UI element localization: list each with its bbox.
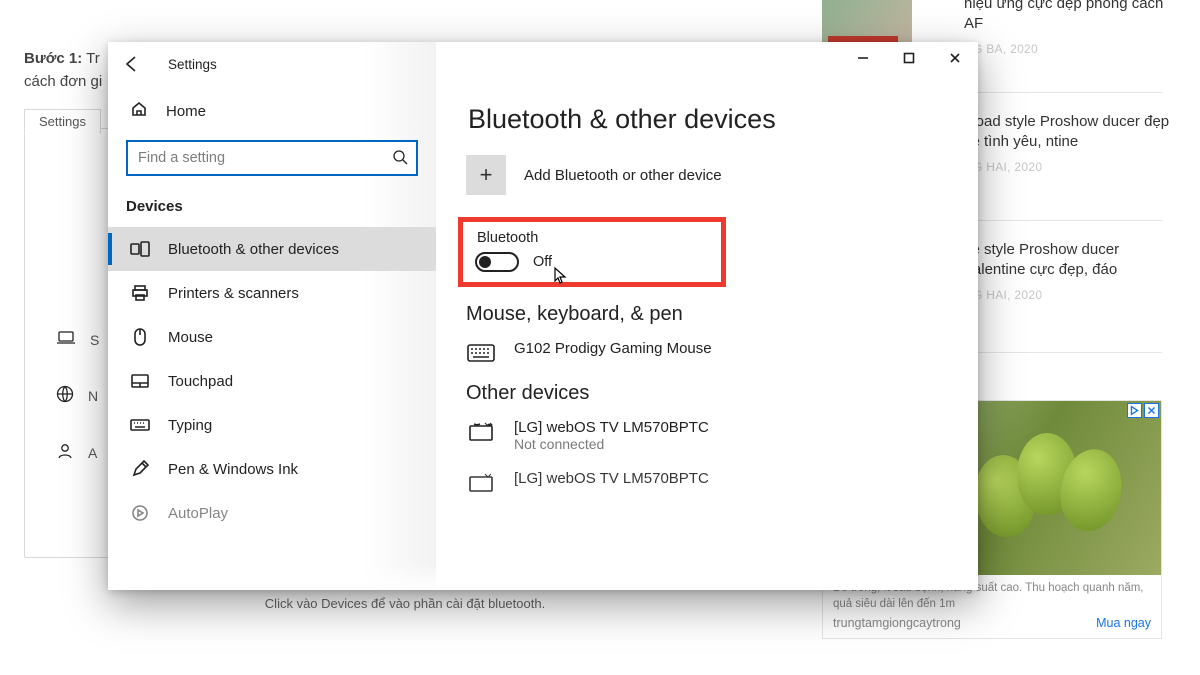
nav-printers[interactable]: Printers & scanners <box>108 271 436 315</box>
ad-cta[interactable]: Mua ngay <box>1096 616 1151 630</box>
back-button[interactable] <box>118 50 146 78</box>
bluetooth-label: Bluetooth <box>477 230 707 246</box>
ad-site: trungtamgiongcaytrong <box>833 616 961 630</box>
add-device-button[interactable]: + Add Bluetooth or other device <box>466 155 960 195</box>
printer-icon <box>130 283 150 303</box>
keyboard-device-icon <box>466 342 496 364</box>
home-button[interactable]: Home <box>108 86 436 134</box>
bluetooth-state: Off <box>533 254 552 270</box>
settings-main: Bluetooth & other devices + Add Bluetoot… <box>436 42 978 590</box>
bluetooth-toggle[interactable] <box>475 252 519 272</box>
nav-bluetooth[interactable]: Bluetooth & other devices <box>108 227 436 271</box>
laptop-icon <box>56 330 76 349</box>
pen-icon <box>130 459 150 479</box>
sidebar-article-3[interactable]: sẻ style Proshow ducer Valentine cực đẹp… <box>964 240 1182 303</box>
window-title: Settings <box>168 57 217 72</box>
tv-icon <box>466 421 496 443</box>
device-other-1[interactable]: [LG] webOS TV LM570BPTC Not connected <box>466 419 960 452</box>
sidebar-nav: Bluetooth & other devices Printers & sca… <box>108 227 436 535</box>
sidebar-article-1[interactable]: hiệu ứng cực đẹp phong cách AF NG BA, 20… <box>964 0 1182 57</box>
close-button[interactable] <box>932 42 978 74</box>
keyboard-icon <box>130 415 150 435</box>
minimize-button[interactable] <box>840 42 886 74</box>
cursor-icon <box>553 266 569 286</box>
touchpad-icon <box>130 371 150 391</box>
adchoices-icon[interactable] <box>1127 403 1159 418</box>
nav-typing[interactable]: Typing <box>108 403 436 447</box>
person-icon <box>56 442 74 463</box>
tv-icon <box>466 472 496 494</box>
nav-touchpad[interactable]: Touchpad <box>108 359 436 403</box>
device-mouse[interactable]: G102 Prodigy Gaming Mouse <box>466 340 960 364</box>
background-tab: Settings <box>24 109 101 134</box>
search-input[interactable] <box>138 150 392 166</box>
home-icon <box>130 100 148 122</box>
plus-icon: + <box>466 155 506 195</box>
subhead-other: Other devices <box>466 382 960 405</box>
settings-window: Settings Home Devices Bluetooth & other … <box>108 42 978 590</box>
maximize-button[interactable] <box>886 42 932 74</box>
sidebar-article-2[interactable]: nload style Proshow ducer đẹp về tình yê… <box>964 112 1182 175</box>
background-left-icons: S N A <box>56 330 99 463</box>
search-box[interactable] <box>126 140 418 176</box>
bluetooth-highlight: Bluetooth Off <box>458 217 726 287</box>
nav-mouse[interactable]: Mouse <box>108 315 436 359</box>
globe-icon <box>56 385 74 406</box>
device-other-2[interactable]: [LG] webOS TV LM570BPTC <box>466 470 960 494</box>
settings-sidebar: Settings Home Devices Bluetooth & other … <box>108 42 436 590</box>
bluetooth-devices-icon <box>130 239 150 259</box>
nav-autoplay[interactable]: AutoPlay <box>108 491 436 535</box>
search-icon <box>392 149 408 168</box>
page-title: Bluetooth & other devices <box>468 104 960 135</box>
sidebar-section-title: Devices <box>108 194 436 227</box>
article-caption: Click vào Devices để vào phần cài đặt bl… <box>0 596 810 611</box>
autoplay-icon <box>130 503 150 523</box>
nav-pen[interactable]: Pen & Windows Ink <box>108 447 436 491</box>
subhead-mouse: Mouse, keyboard, & pen <box>466 303 960 326</box>
mouse-icon <box>130 327 150 347</box>
